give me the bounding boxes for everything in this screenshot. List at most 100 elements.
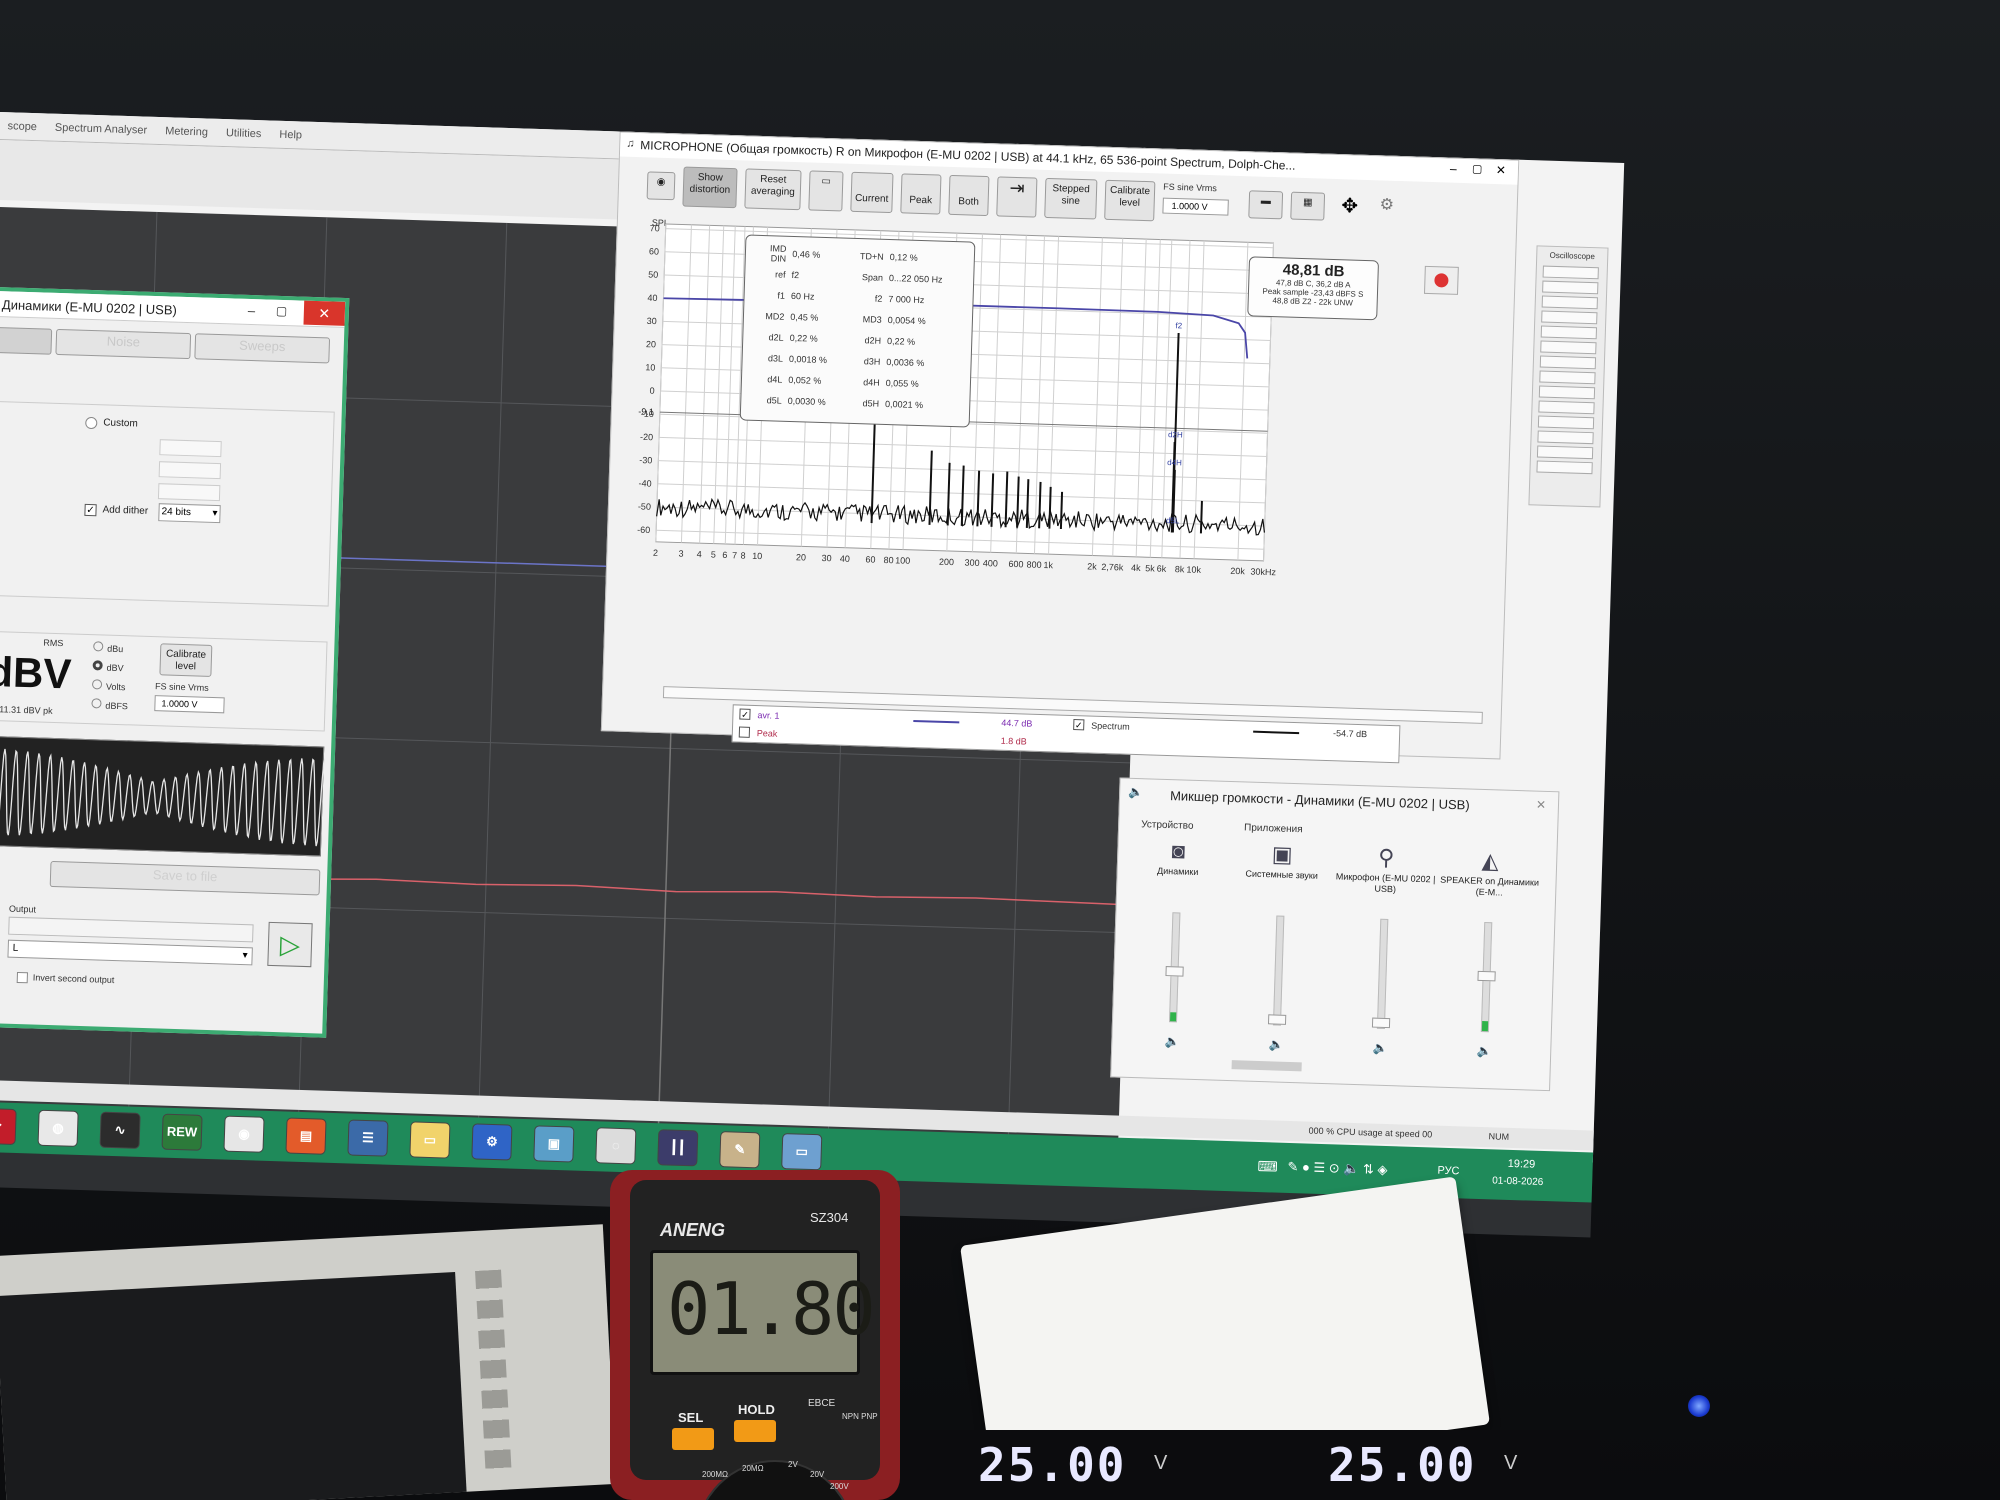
mute-speaker-icon[interactable]: 🔈 <box>1122 1033 1222 1050</box>
menu-spectrum-analyser[interactable]: Spectrum Analyser <box>55 121 148 136</box>
settings-gear-icon[interactable]: ⚙ <box>471 1123 513 1161</box>
folder-icon[interactable]: ▭ <box>409 1121 451 1159</box>
tab-noise[interactable]: Noise <box>55 328 192 360</box>
chrome-icon[interactable]: ◍ <box>37 1109 79 1147</box>
fs-sine-field[interactable]: 1.0000 V <box>1162 197 1229 216</box>
tab-tones[interactable] <box>0 327 53 355</box>
database-icon[interactable]: ☰ <box>347 1119 389 1157</box>
volts-div-option[interactable] <box>1540 325 1598 340</box>
mute-speaker-icon[interactable]: 🔈 <box>1330 1039 1430 1056</box>
mute-speaker-icon[interactable]: 🔈 <box>1434 1043 1534 1060</box>
volts-div-option[interactable] <box>1542 280 1599 295</box>
freq-field-3[interactable] <box>157 483 221 502</box>
screen-icon[interactable]: ▬ <box>1248 190 1284 220</box>
invert-output-checkbox[interactable] <box>16 971 28 984</box>
volume-slider-thumb[interactable] <box>1477 970 1496 982</box>
calibrate-level-button[interactable]: Calibrate level <box>1104 179 1156 222</box>
volts-div-option[interactable] <box>1537 430 1594 445</box>
export-icon[interactable]: ⇥ <box>996 176 1038 218</box>
volts-div-option[interactable] <box>1541 310 1598 325</box>
save-to-file-button[interactable]: Save to file <box>49 860 321 896</box>
volume-slider[interactable] <box>1371 918 1391 1029</box>
show-distortion-button[interactable]: Show distortion <box>682 166 738 209</box>
rew-icon[interactable]: REW <box>161 1113 203 1151</box>
legend-avr-checkbox[interactable]: ✓ <box>739 708 751 720</box>
paint-icon[interactable]: ✎ <box>719 1131 761 1169</box>
unit-dbv[interactable]: dBV <box>106 663 123 674</box>
eye-app-icon[interactable]: ◉ <box>223 1115 265 1153</box>
tab-sweeps[interactable]: Sweeps <box>194 333 331 364</box>
menu-metering[interactable]: Metering <box>165 125 208 138</box>
stepped-sine-button[interactable]: Stepped sine <box>1044 177 1098 220</box>
mixer-scrollbar[interactable] <box>1231 1060 1302 1072</box>
menu-utilities[interactable]: Utilities <box>226 127 262 140</box>
grid-icon[interactable]: ▦ <box>1290 191 1326 221</box>
volts-div-option[interactable] <box>1536 460 1593 475</box>
volume-slider[interactable] <box>1267 915 1287 1026</box>
custom-radio[interactable] <box>85 416 98 430</box>
output-device-select[interactable] <box>8 916 254 943</box>
volume-slider-thumb[interactable] <box>1267 1014 1287 1025</box>
unit-dbfs[interactable]: dBFS <box>105 701 128 712</box>
volts-div-option[interactable] <box>1537 415 1595 430</box>
record-button[interactable] <box>1423 265 1459 295</box>
dither-bits-select[interactable]: 24 bits ▾ <box>158 503 221 524</box>
move-icon[interactable]: ✥ <box>1332 193 1367 222</box>
volts-div-option[interactable] <box>1536 445 1594 460</box>
close-icon[interactable]: ✕ <box>1496 163 1506 177</box>
camera-icon[interactable]: ◉ <box>646 171 676 201</box>
unit-volts[interactable]: Volts <box>106 682 126 693</box>
screen-app-icon[interactable]: ▣ <box>533 1125 575 1163</box>
sel-button[interactable] <box>672 1428 714 1450</box>
volts-div-option[interactable] <box>1538 400 1595 415</box>
unit-dbu[interactable]: dBu <box>107 644 123 654</box>
tray-icons[interactable]: ✎ ● ☰ ⊙ 🔈 ⇅ ◈ <box>1287 1159 1387 1178</box>
reload-app-icon[interactable]: ⟳ <box>0 1107 17 1145</box>
freq-field-2[interactable] <box>158 461 222 480</box>
volts-div-option[interactable] <box>1541 295 1598 310</box>
maximize-icon[interactable]: ▢ <box>276 304 288 318</box>
menu-scope[interactable]: scope <box>7 120 37 133</box>
language-indicator[interactable]: РУС <box>1437 1165 1459 1178</box>
close-icon[interactable]: ✕ <box>1536 798 1546 812</box>
close-icon[interactable]: ✕ <box>303 300 346 326</box>
both-button[interactable]: Both <box>948 174 990 217</box>
minimize-icon[interactable]: – <box>1450 162 1457 176</box>
output-channel-select[interactable]: L ▾ <box>7 939 253 966</box>
fs-sine-field[interactable]: 1.0000 V <box>154 695 225 714</box>
legend-peak-checkbox[interactable] <box>738 726 751 738</box>
legend-spectrum-checkbox[interactable]: ✓ <box>1073 719 1085 731</box>
legend-peak-name: Peak <box>756 728 778 739</box>
volts-div-option[interactable] <box>1542 265 1599 280</box>
minimize-icon[interactable]: – <box>248 303 256 318</box>
settings-icon[interactable]: ⚙ <box>1374 194 1399 223</box>
peak-button[interactable]: Peak <box>900 173 942 215</box>
volts-div-option[interactable] <box>1539 355 1597 370</box>
volume-slider[interactable] <box>1165 912 1184 1023</box>
volts-div-option[interactable] <box>1539 370 1596 385</box>
analyzer-app-icon[interactable]: ┃┃ <box>657 1129 699 1167</box>
window-icon[interactable]: ▭ <box>808 170 844 212</box>
mute-speaker-icon[interactable]: 🔈 <box>1226 1036 1326 1053</box>
window-app-icon[interactable]: ▭ <box>781 1133 823 1171</box>
distortion-cell: 0,0030 % <box>787 395 826 407</box>
calibrate-level-button[interactable]: Calibrate level <box>159 643 213 677</box>
play-button[interactable]: ▷ <box>267 921 313 968</box>
volts-div-option[interactable] <box>1540 340 1597 355</box>
scope-app-icon[interactable]: ∿ <box>99 1111 141 1149</box>
reset-averaging-button[interactable]: Reset averaging <box>744 168 802 211</box>
red-app-icon[interactable]: ▤ <box>285 1117 327 1155</box>
maximize-icon[interactable]: ▢ <box>1472 162 1483 175</box>
disc-icon[interactable]: ◌ <box>595 1127 637 1165</box>
volume-slider-thumb[interactable] <box>1165 966 1184 977</box>
volume-slider-thumb[interactable] <box>1371 1017 1391 1029</box>
hold-button[interactable] <box>734 1420 776 1442</box>
keyboard-icon[interactable]: ⌨ <box>1257 1158 1278 1176</box>
add-dither-checkbox[interactable]: ✓ <box>84 503 97 517</box>
volts-div-option[interactable] <box>1538 385 1596 400</box>
freq-field-1[interactable] <box>159 439 222 458</box>
menu-help[interactable]: Help <box>279 128 302 141</box>
current-button[interactable]: Current <box>850 171 894 214</box>
volume-slider[interactable] <box>1477 922 1496 1033</box>
clock-time: 19:29 <box>1507 1157 1536 1171</box>
